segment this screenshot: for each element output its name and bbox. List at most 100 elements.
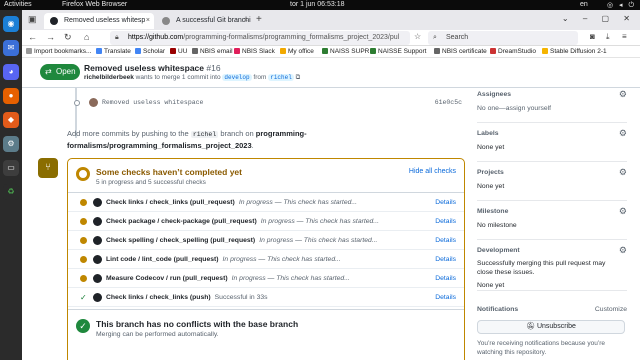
check-name: Measure Codecov / run (pull_request) — [106, 275, 228, 282]
url-bar[interactable]: 🔒︎ https://github.com/programming-formal… — [110, 31, 410, 45]
search-input[interactable]: ⌕ Search — [428, 31, 578, 45]
gear-icon[interactable]: ⚙ — [619, 167, 627, 178]
bookmark-naisse-support[interactable]: NAISSE Support — [370, 48, 426, 55]
github-actions-icon — [93, 198, 102, 207]
gear-icon[interactable]: ⚙ — [619, 245, 627, 256]
bookmark-dreamstudio[interactable]: DreamStudio — [490, 48, 536, 55]
check-name: Check spelling / check_spelling (pull_re… — [106, 237, 256, 244]
check-description: Successful in 33s — [214, 294, 268, 301]
development-label[interactable]: Development — [477, 247, 520, 254]
check-name: Lint code / lint_code (pull_request) — [106, 256, 219, 263]
check-details-link[interactable]: Details — [435, 231, 456, 250]
reload-icon[interactable]: ↻ — [64, 32, 72, 43]
head-branch-label[interactable]: richel — [268, 74, 294, 81]
check-row: Check links / check_links (pull_request)… — [68, 193, 464, 212]
bookmark-nbis-slack[interactable]: NBIS Slack — [234, 48, 275, 55]
bookmark-nbis-certificate[interactable]: NBIS certificate — [434, 48, 487, 55]
check-details-link[interactable]: Details — [435, 193, 456, 212]
bookmark-scholar[interactable]: Scholar — [135, 48, 165, 55]
bookmark-nbis-email[interactable]: NBIS email — [192, 48, 233, 55]
discord-icon[interactable]: ◕ — [3, 64, 19, 80]
bookmark-uu[interactable]: UU — [170, 48, 187, 55]
tab-bar: ▣ Removed useless whitesp × A successful… — [22, 10, 640, 30]
window-controls[interactable]: ⌄ – ▢ ✕ — [562, 14, 636, 23]
forward-icon[interactable]: → — [46, 32, 55, 42]
pr-state-label: Open — [56, 67, 76, 76]
pending-status-icon — [76, 167, 90, 181]
gear-icon[interactable]: ⚙ — [619, 206, 627, 217]
development-text: Successfully merging this pull request m… — [477, 260, 606, 276]
commit-message-link[interactable]: Removed useless whitespace — [102, 99, 203, 106]
check-details-link[interactable]: Details — [435, 250, 456, 269]
bookmark-stable-diffusion[interactable]: Stable Diffusion 2-1 — [542, 48, 607, 55]
check-row: Check package / check-package (pull_requ… — [68, 212, 464, 231]
close-tab-icon[interactable]: × — [244, 13, 248, 29]
development-value: None yet — [477, 282, 505, 289]
check-details-link[interactable]: Details — [435, 212, 456, 231]
pull-request-icon: ⇄ — [45, 67, 52, 76]
unsubscribe-button[interactable]: 🔕︎ Unsubscribe — [477, 320, 625, 334]
notifications-label: Notifications — [477, 306, 519, 313]
firefox-icon[interactable]: ● — [3, 88, 19, 104]
tab-label: A successful Git branchi — [176, 17, 251, 24]
notifications-note: You’re receiving notifications because y… — [477, 340, 606, 356]
lock-icon[interactable]: 🔒︎ — [115, 31, 119, 45]
tab-pull-request[interactable]: Removed useless whitesp × — [44, 13, 154, 29]
no-conflicts-title: This branch has no conflicts with the ba… — [96, 319, 299, 329]
avatar[interactable] — [89, 98, 98, 107]
assign-yourself-link[interactable]: assign yourself — [506, 105, 551, 112]
github-actions-icon — [93, 274, 102, 283]
sidebar-projects: Projects ⚙ None yet — [477, 167, 627, 201]
check-name: Check package / check-package (pull_requ… — [106, 218, 257, 225]
base-branch-label[interactable]: develop — [222, 74, 252, 81]
check-description: In progress — This check has started... — [260, 218, 379, 225]
hide-all-checks-button[interactable]: Hide all checks — [409, 168, 456, 175]
back-icon[interactable]: ← — [28, 32, 37, 42]
milestone-label[interactable]: Milestone — [477, 208, 508, 215]
menu-icon[interactable]: ≡ — [622, 32, 627, 41]
terminal-icon[interactable]: ▭ — [3, 160, 19, 176]
assignees-label[interactable]: Assignees — [477, 91, 511, 98]
downloads-icon[interactable]: ⤓ — [606, 32, 610, 42]
clock[interactable]: tor 1 jun 06:53:18 — [290, 1, 345, 8]
chat-app-icon[interactable]: ◉ — [3, 16, 19, 32]
labels-label[interactable]: Labels — [477, 130, 499, 137]
system-tray-icons[interactable]: ◎ ◂ ⏻ — [607, 1, 636, 10]
app-menu[interactable]: Firefox Web Browser — [62, 1, 127, 8]
bookmark-star-icon[interactable]: ☆ — [414, 32, 421, 41]
new-tab-icon[interactable]: + — [256, 14, 262, 25]
gear-icon[interactable]: ⚙ — [619, 89, 627, 100]
copy-icon[interactable]: ⧉ — [296, 74, 301, 81]
bookmark-translate[interactable]: Translate — [96, 48, 131, 55]
pr-title: Removed useless whitespace #16 — [84, 63, 221, 73]
bookmark-my-office[interactable]: My office — [280, 48, 314, 55]
pull-request-page: ⇄ Open Removed useless whitespace #16 ri… — [22, 58, 640, 360]
check-details-link[interactable]: Details — [435, 288, 456, 307]
activities-button[interactable]: Activities — [4, 1, 32, 8]
commit-sha-link[interactable]: 61e0c5c — [435, 99, 462, 106]
gear-icon[interactable]: ⚙ — [619, 128, 627, 139]
pending-dot-icon — [80, 256, 87, 263]
mail-app-icon[interactable]: ✉ — [3, 40, 19, 56]
check-description: In progress — This check has started... — [231, 275, 350, 282]
customize-link[interactable]: Customize — [595, 306, 627, 313]
github-actions-icon — [93, 217, 102, 226]
git-app-icon[interactable]: ◆ — [3, 112, 19, 128]
recycle-icon[interactable]: ♻ — [3, 184, 19, 200]
settings-app-icon[interactable]: ⚙ — [3, 136, 19, 152]
bookmark-import[interactable]: Import bookmarks... — [26, 48, 91, 55]
bookmark-naiss-supr[interactable]: NAISS SUPR — [322, 48, 369, 55]
firefox-view-icon[interactable]: ▣ — [28, 14, 37, 25]
pr-sidebar: Assignees ⚙ No one—assign yourself Label… — [477, 88, 627, 360]
tab-git-branching[interactable]: A successful Git branchi × — [156, 13, 252, 29]
navigation-bar: ← → ↻ ⌂ 🔒︎ https://github.com/programmin… — [22, 30, 640, 46]
projects-label[interactable]: Projects — [477, 169, 504, 176]
pocket-icon[interactable]: ◙ — [590, 32, 595, 41]
close-tab-icon[interactable]: × — [146, 13, 150, 29]
check-details-link[interactable]: Details — [435, 269, 456, 288]
home-icon[interactable]: ⌂ — [84, 32, 89, 42]
pr-author-link[interactable]: richelbilderbeek — [84, 74, 134, 81]
language-indicator[interactable]: en — [580, 1, 588, 8]
url-host: https://github.com — [128, 34, 184, 41]
github-favicon-icon — [50, 17, 58, 25]
